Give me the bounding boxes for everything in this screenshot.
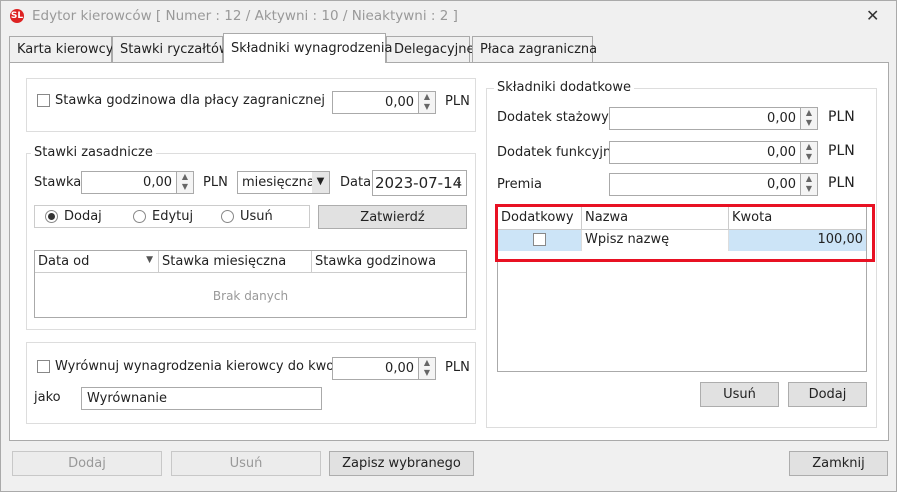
close-icon[interactable]: ✕ xyxy=(866,6,879,25)
unit-label: PLN xyxy=(828,109,855,125)
tab-karta-kierowcy[interactable]: Karta kierowcy xyxy=(9,36,113,62)
extras-add-button[interactable]: Dodaj xyxy=(788,382,867,407)
tab-skladniki-wynagrodzenia[interactable]: Składniki wynagrodzenia xyxy=(223,33,393,63)
spinner-icon[interactable]: ▲ ▼ xyxy=(419,91,436,114)
unit-label: PLN xyxy=(828,175,855,191)
rates-table: Data od ▼ Stawka miesięczna Stawka godzin… xyxy=(34,250,467,318)
unit-label: PLN xyxy=(445,94,470,109)
extras-group-label: Składniki dodatkowe xyxy=(494,80,634,95)
unit-label: PLN xyxy=(828,143,855,159)
footer-add-button[interactable]: Dodaj xyxy=(12,451,162,476)
chevron-down-icon: ⌄ xyxy=(454,176,463,187)
jako-label: jako xyxy=(34,390,61,405)
radio-dodaj[interactable] xyxy=(45,210,58,223)
extra-label: Dodatek stażowy xyxy=(497,110,609,125)
foreign-hourly-checkbox[interactable] xyxy=(37,94,50,107)
column-label: Data od xyxy=(38,254,90,269)
spinner-icon[interactable]: ▲ ▼ xyxy=(177,171,194,194)
dodatek-funkcyjny-input[interactable]: 0,00 xyxy=(609,141,801,164)
equalize-input[interactable]: 0,00 xyxy=(332,357,419,380)
column-stawka-godzinowa[interactable]: Stawka godzinowa xyxy=(312,251,466,273)
premia-input[interactable]: 0,00 xyxy=(609,173,801,196)
column-stawka-miesieczna[interactable]: Stawka miesięczna xyxy=(159,251,312,273)
date-value: 2023-07-14 xyxy=(375,174,463,192)
dodatek-stazowy-input[interactable]: 0,00 xyxy=(609,107,801,130)
extra-label: Premia xyxy=(497,177,542,192)
spinner-icon[interactable]: ▲ ▼ xyxy=(801,173,818,196)
chevron-down-icon: ▼ xyxy=(312,172,329,193)
extra-label: Dodatek funkcyjny xyxy=(497,145,619,160)
equalize-checkbox[interactable] xyxy=(37,360,50,373)
date-picker[interactable]: 2023-07-14 ⌄ xyxy=(372,170,467,196)
radio-usun[interactable] xyxy=(221,210,234,223)
period-select[interactable]: miesięczna ▼ xyxy=(237,171,330,194)
radio-usun-label: Usuń xyxy=(240,209,273,224)
radio-edytuj[interactable] xyxy=(133,210,146,223)
spinner-icon[interactable]: ▲ ▼ xyxy=(801,107,818,130)
zatwierdz-button[interactable]: Zatwierdź xyxy=(318,205,467,229)
save-selected-button[interactable]: Zapisz wybranego xyxy=(329,451,474,476)
jako-input[interactable]: Wyrównanie xyxy=(81,387,322,410)
stawka-label: Stawka xyxy=(34,175,82,190)
empty-message: Brak danych xyxy=(212,289,289,303)
tab-placa-zagraniczna[interactable]: Płaca zagraniczna xyxy=(472,36,597,62)
extras-remove-button[interactable]: Usuń xyxy=(700,382,779,407)
equalize-label: Wyrównuj wynagrodzenia kierowcy do kwoty xyxy=(55,359,348,374)
date-label: Data xyxy=(340,175,372,190)
close-button[interactable]: Zamknij xyxy=(789,451,888,476)
tab-delegacyjne[interactable]: Delegacyjne xyxy=(386,36,475,62)
stawka-input[interactable]: 0,00 xyxy=(81,171,177,194)
tab-stawki-ryczaltow[interactable]: Stawki ryczałtów xyxy=(112,36,230,62)
window-title: Edytor kierowców [ Numer : 12 / Aktywni … xyxy=(32,8,458,24)
footer-remove-button[interactable]: Usuń xyxy=(171,451,321,476)
radio-edytuj-label: Edytuj xyxy=(152,209,194,224)
equalize-group xyxy=(26,342,476,424)
base-rates-group-label: Stawki zasadnicze xyxy=(31,145,156,160)
unit-label: PLN xyxy=(445,360,470,375)
foreign-hourly-input[interactable]: 0,00 xyxy=(332,91,419,114)
spinner-icon[interactable]: ▲ ▼ xyxy=(419,357,436,380)
app-logo-icon: ЅL xyxy=(10,9,24,23)
highlight-box xyxy=(495,204,875,262)
spinner-icon[interactable]: ▲ ▼ xyxy=(801,141,818,164)
sort-icon: ▼ xyxy=(146,255,153,265)
radio-dodaj-label: Dodaj xyxy=(64,209,102,224)
column-data-od[interactable]: Data od ▼ xyxy=(35,251,159,273)
period-value: miesięczna xyxy=(242,175,315,190)
foreign-hourly-label: Stawka godzinowa dla płacy zagranicznej xyxy=(55,93,326,108)
unit-label: PLN xyxy=(203,175,228,190)
